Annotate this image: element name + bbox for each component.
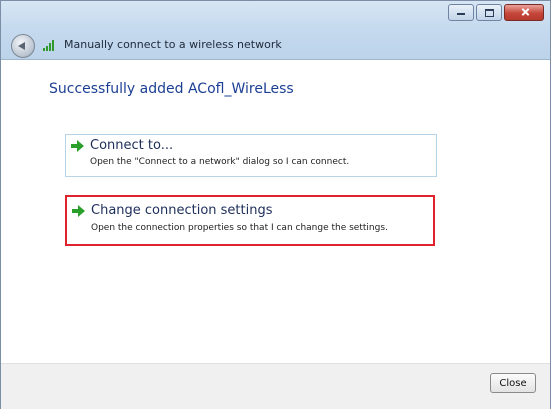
back-button[interactable]	[11, 34, 35, 58]
dialog-footer: Close	[1, 363, 550, 409]
close-button[interactable]: Close	[490, 373, 536, 393]
connect-to-option[interactable]: Connect to... Open the "Connect to a net…	[65, 134, 437, 177]
option-description: Open the "Connect to a network" dialog s…	[90, 157, 350, 167]
option-title: Change connection settings	[91, 203, 273, 218]
maximize-icon[interactable]	[476, 4, 502, 21]
close-icon[interactable]	[504, 4, 544, 21]
window-controls	[448, 4, 544, 21]
success-message: Successfully added ACofl_WireLess	[49, 81, 294, 97]
option-title: Connect to...	[90, 138, 174, 153]
page-title: Manually connect to a wireless network	[64, 38, 282, 51]
change-connection-settings-option[interactable]: Change connection settings Open the conn…	[65, 195, 435, 246]
minimize-icon[interactable]	[448, 4, 474, 21]
green-arrow-icon	[70, 140, 84, 152]
wizard-window: Manually connect to a wireless network S…	[0, 0, 551, 409]
option-description: Open the connection properties so that I…	[91, 223, 388, 233]
title-bar: Manually connect to a wireless network	[1, 1, 550, 60]
wireless-signal-icon	[43, 39, 57, 51]
green-arrow-icon	[71, 205, 85, 217]
